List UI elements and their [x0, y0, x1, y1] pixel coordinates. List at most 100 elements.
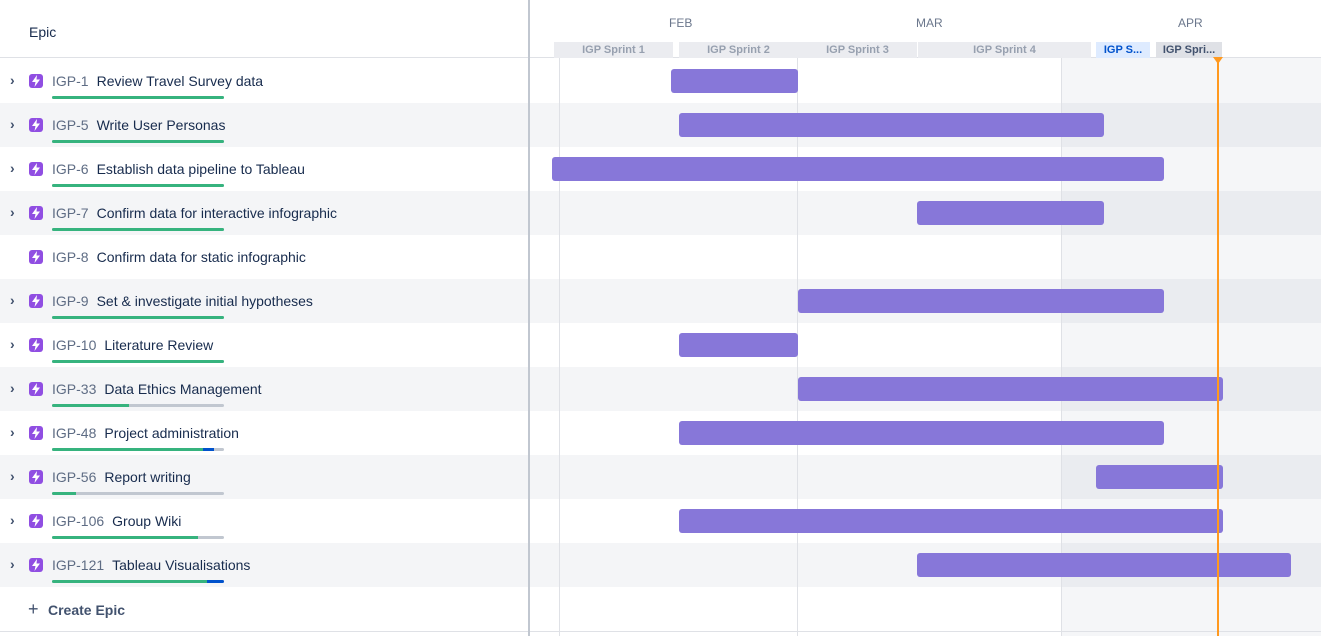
issue-key[interactable]: IGP-48 [52, 425, 96, 441]
epic-timeline-bar[interactable] [917, 201, 1104, 225]
sprint-chip[interactable]: IGP Sprint 2 [679, 42, 798, 58]
create-epic-label: Create Epic [48, 602, 126, 618]
epic-summary[interactable]: IGP-33 Data Ethics Management [52, 381, 262, 397]
month-divider [559, 0, 560, 636]
epic-timeline-bar[interactable] [679, 421, 1164, 445]
epic-timeline-bar[interactable] [798, 289, 1164, 313]
issue-title[interactable]: Confirm data for interactive infographic [97, 205, 337, 221]
sprint-chip[interactable]: IGP Spri... [1156, 42, 1222, 58]
epic-summary[interactable]: IGP-6 Establish data pipeline to Tableau [52, 161, 305, 177]
issue-key[interactable]: IGP-121 [52, 557, 104, 573]
issue-key[interactable]: IGP-8 [52, 249, 89, 265]
epic-summary[interactable]: IGP-10 Literature Review [52, 337, 213, 353]
epic-timeline-bar[interactable] [671, 69, 798, 93]
epic-timeline-bar[interactable] [679, 333, 798, 357]
chevron-right-icon[interactable]: › [10, 337, 22, 351]
issue-key[interactable]: IGP-9 [52, 293, 89, 309]
sprint-chip[interactable]: IGP Sprint 3 [798, 42, 917, 58]
sprint-chip[interactable]: IGP S... [1096, 42, 1150, 58]
epic-summary[interactable]: IGP-48 Project administration [52, 425, 239, 441]
epic-row[interactable]: IGP-8 Confirm data for static infographic [0, 235, 528, 279]
epic-timeline-bar[interactable] [552, 157, 1164, 181]
timeline-header: FEB MAR APR IGP Sprint 1 IGP Sprint 2 IGP … [530, 0, 1321, 58]
epic-list-panel: Epic › IGP-1 Review Travel Survey data › IGP… [0, 0, 530, 636]
epic-summary[interactable]: IGP-8 Confirm data for static infographic [52, 249, 306, 265]
chevron-right-icon[interactable]: › [10, 425, 22, 439]
progress-done [52, 184, 224, 187]
epic-summary[interactable]: IGP-5 Write User Personas [52, 117, 225, 133]
epic-summary[interactable]: IGP-9 Set & investigate initial hypothese… [52, 293, 313, 309]
issue-key[interactable]: IGP-33 [52, 381, 96, 397]
epic-row[interactable]: › IGP-56 Report writing [0, 455, 528, 499]
chevron-right-icon[interactable]: › [10, 117, 22, 131]
epic-row[interactable]: › IGP-6 Establish data pipeline to Tableau [0, 147, 528, 191]
epic-row[interactable]: › IGP-1 Review Travel Survey data [0, 59, 528, 103]
epic-row[interactable]: › IGP-121 Tableau Visualisations [0, 543, 528, 587]
epic-row[interactable]: › IGP-106 Group Wiki [0, 499, 528, 543]
issue-title[interactable]: Data Ethics Management [104, 381, 261, 397]
chevron-right-icon[interactable]: › [10, 161, 22, 175]
epic-summary[interactable]: IGP-7 Confirm data for interactive infogr… [52, 205, 337, 221]
epic-row[interactable]: › IGP-33 Data Ethics Management [0, 367, 528, 411]
progress-bar [52, 580, 224, 583]
issue-key[interactable]: IGP-1 [52, 73, 89, 89]
issue-key[interactable]: IGP-10 [52, 337, 96, 353]
issue-title[interactable]: Report writing [104, 469, 190, 485]
issue-title[interactable]: Establish data pipeline to Tableau [97, 161, 305, 177]
progress-done [52, 316, 224, 319]
chevron-right-icon[interactable]: › [10, 381, 22, 395]
epic-row[interactable]: › IGP-10 Literature Review [0, 323, 528, 367]
issue-title[interactable]: Group Wiki [112, 513, 181, 529]
epic-column-header: Epic [29, 24, 57, 40]
issue-title[interactable]: Confirm data for static infographic [97, 249, 306, 265]
chevron-right-icon[interactable]: › [10, 205, 22, 219]
epic-timeline-bar[interactable] [679, 113, 1104, 137]
epic-lightning-icon [29, 514, 43, 528]
chevron-right-icon[interactable]: › [10, 73, 22, 87]
issue-key[interactable]: IGP-56 [52, 469, 96, 485]
create-epic-button[interactable]: + Create Epic [0, 588, 528, 632]
chevron-right-icon[interactable]: › [10, 469, 22, 483]
epic-timeline-bar[interactable] [917, 553, 1291, 577]
epic-lightning-icon [29, 74, 43, 88]
progress-bar [52, 404, 224, 407]
epic-timeline-bar[interactable] [798, 377, 1223, 401]
issue-key[interactable]: IGP-5 [52, 117, 89, 133]
chevron-right-icon[interactable]: › [10, 557, 22, 571]
progress-done [52, 140, 224, 143]
month-divider [797, 0, 798, 636]
sprint-chip[interactable]: IGP Sprint 1 [554, 42, 673, 58]
issue-key[interactable]: IGP-106 [52, 513, 104, 529]
epic-summary[interactable]: IGP-56 Report writing [52, 469, 191, 485]
issue-title[interactable]: Project administration [104, 425, 239, 441]
epic-row[interactable]: › IGP-7 Confirm data for interactive infog… [0, 191, 528, 235]
issue-title[interactable]: Literature Review [104, 337, 213, 353]
month-label-apr: APR [1178, 16, 1203, 30]
month-label-mar: MAR [916, 16, 943, 30]
epic-row[interactable]: › IGP-48 Project administration [0, 411, 528, 455]
epic-timeline-bar[interactable] [679, 509, 1223, 533]
issue-key[interactable]: IGP-7 [52, 205, 89, 221]
today-marker [1217, 58, 1219, 636]
epic-summary[interactable]: IGP-1 Review Travel Survey data [52, 73, 263, 89]
chevron-right-icon[interactable]: › [10, 513, 22, 527]
chevron-right-icon[interactable]: › [10, 293, 22, 307]
progress-bar [52, 448, 224, 451]
progress-done [52, 404, 130, 407]
progress-done [52, 448, 204, 451]
progress-in-progress [206, 580, 224, 583]
issue-title[interactable]: Review Travel Survey data [97, 73, 264, 89]
epic-lightning-icon [29, 250, 43, 264]
issue-key[interactable]: IGP-6 [52, 161, 89, 177]
epic-summary[interactable]: IGP-106 Group Wiki [52, 513, 181, 529]
progress-bar [52, 96, 224, 99]
epic-row[interactable]: › IGP-9 Set & investigate initial hypothes… [0, 279, 528, 323]
issue-title[interactable]: Write User Personas [97, 117, 226, 133]
epic-row[interactable]: › IGP-5 Write User Personas [0, 103, 528, 147]
epic-timeline-bar[interactable] [1096, 465, 1223, 489]
issue-title[interactable]: Set & investigate initial hypotheses [97, 293, 313, 309]
sprint-chip[interactable]: IGP Sprint 4 [918, 42, 1091, 58]
progress-bar [52, 316, 224, 319]
epic-summary[interactable]: IGP-121 Tableau Visualisations [52, 557, 250, 573]
issue-title[interactable]: Tableau Visualisations [112, 557, 250, 573]
